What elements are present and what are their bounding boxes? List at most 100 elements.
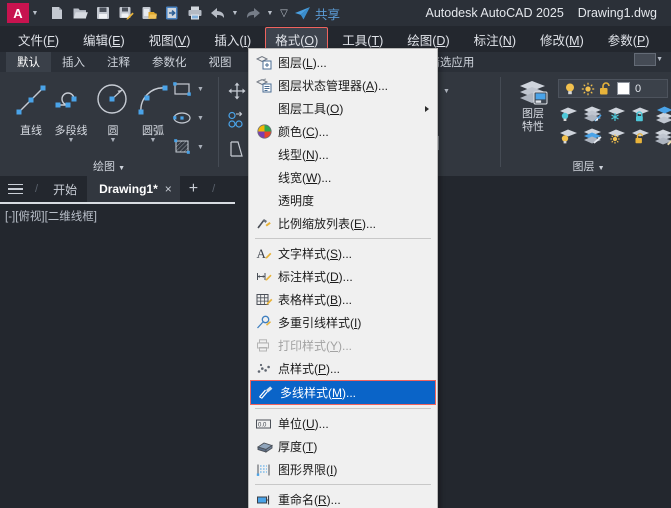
menu-item-multiline-style[interactable]: 多线样式(M)... xyxy=(250,380,436,405)
menu-separator-1 xyxy=(255,238,431,239)
ribbon-button-layer-properties[interactable]: 图层 特性 xyxy=(512,78,554,134)
ribbon-tab-home[interactable]: 默认 xyxy=(6,52,51,72)
ribbon-tab-insert[interactable]: 插入 xyxy=(51,52,96,72)
ribbon-minimize-caret-icon[interactable]: ▼ xyxy=(656,56,663,63)
menu-item-layer-tools[interactable]: 图层工具(O) xyxy=(249,97,437,120)
no-icon xyxy=(253,146,275,164)
menu-item-thickness[interactable]: 厚度(T) xyxy=(249,435,437,458)
new-file-icon[interactable] xyxy=(45,2,68,24)
ribbon-button-rectangle[interactable]: ▼ xyxy=(172,80,204,98)
menu-item-lineweight[interactable]: 线宽(W)... xyxy=(249,166,437,189)
tab-separator-2: / xyxy=(212,183,216,195)
menu-dimension[interactable]: 标注(N) xyxy=(464,27,526,52)
undo-icon[interactable] xyxy=(206,2,229,24)
panel-layer-title: 图层 ▼ xyxy=(572,161,605,173)
color-swatch-icon[interactable] xyxy=(617,82,630,95)
limits-icon xyxy=(253,461,275,479)
layer-tools-row-2 xyxy=(558,126,671,151)
ribbon-tab-annotate[interactable]: 注释 xyxy=(96,52,141,72)
ribbon-button-ellipse[interactable]: ▼ xyxy=(172,109,204,127)
ribbon-minimize-control[interactable]: ▼ xyxy=(634,53,663,66)
hamburger-icon[interactable] xyxy=(0,183,30,195)
ribbon-minimize-icon[interactable] xyxy=(634,53,657,66)
color-wheel-icon xyxy=(253,123,275,141)
ribbon-button-arc-label: 圆弧 xyxy=(142,125,164,137)
circle-dropdown-caret-icon[interactable]: ▼ xyxy=(110,137,117,144)
product-name: Autodesk AutoCAD 2025 xyxy=(425,6,564,20)
menu-item-text-style[interactable]: A 文字样式(S)... xyxy=(249,242,437,265)
menu-view[interactable]: 视图(V) xyxy=(139,27,201,52)
share-icon[interactable] xyxy=(292,2,312,24)
ellipse-dropdown-caret-icon[interactable]: ▼ xyxy=(197,115,204,122)
ribbon-button-polyline[interactable]: 多段线 ▼ xyxy=(48,80,94,144)
viewport-label[interactable]: [-][俯视][二维线框] xyxy=(5,208,97,224)
linear-dim-dropdown-caret-icon[interactable]: ▼ xyxy=(443,88,450,95)
polyline-dropdown-caret-icon[interactable]: ▼ xyxy=(68,137,75,144)
menu-modify[interactable]: 修改(M) xyxy=(530,27,594,52)
menu-item-color[interactable]: 颜色(C)... xyxy=(249,120,437,143)
share-label[interactable]: 共享 xyxy=(315,4,340,23)
sun-icon[interactable] xyxy=(581,82,595,96)
current-layer-name: 0 xyxy=(635,82,642,95)
open-from-web-icon[interactable] xyxy=(160,2,183,24)
qat-customize-icon[interactable]: ▽ xyxy=(276,3,292,23)
menu-item-dimension-style[interactable]: 标注样式(D)... xyxy=(249,265,437,288)
layer-status-bar[interactable]: 0 xyxy=(558,79,668,98)
layer-match-icon[interactable] xyxy=(654,126,671,151)
menu-item-linetype[interactable]: 线型(N)... xyxy=(249,143,437,166)
menu-item-scale-list[interactable]: 比例缩放列表(E)... xyxy=(249,212,437,235)
layer-unlock-icon[interactable] xyxy=(630,126,652,151)
panel-divider-3 xyxy=(500,77,501,167)
open-file-icon[interactable] xyxy=(68,2,91,24)
menu-item-point-style-label: 点样式(P)... xyxy=(278,362,341,376)
menu-item-units[interactable]: 0.0 单位(U)... xyxy=(249,412,437,435)
menu-window[interactable]: 窗 xyxy=(663,27,671,52)
menu-item-mleader-style[interactable]: 多重引线样式(I) xyxy=(249,311,437,334)
menu-item-layer[interactable]: 图层(L)... xyxy=(249,51,437,74)
lightbulb-on-icon[interactable] xyxy=(563,82,577,96)
menu-item-drawing-limits[interactable]: 图形界限(I) xyxy=(249,458,437,481)
hatch-dropdown-caret-icon[interactable]: ▼ xyxy=(197,144,204,151)
menu-item-rename[interactable]: 重命名(R)... xyxy=(249,488,437,508)
arc-dropdown-caret-icon[interactable]: ▼ xyxy=(150,137,157,144)
menu-edit[interactable]: 编辑(E) xyxy=(73,27,135,52)
no-icon xyxy=(253,169,275,187)
save-as-icon[interactable] xyxy=(114,2,137,24)
save-to-web-icon[interactable] xyxy=(137,2,160,24)
document-name: Drawing1.dwg xyxy=(577,6,657,20)
layer-unisolate-icon[interactable] xyxy=(582,126,604,151)
undo-dropdown-caret-icon[interactable]: ▼ xyxy=(229,3,241,23)
file-tab-start[interactable]: 开始 xyxy=(43,181,87,198)
menu-item-table-style[interactable]: 表格样式(B)... xyxy=(249,288,437,311)
application-menu-button[interactable]: A xyxy=(7,3,29,23)
file-tab-drawing1[interactable]: Drawing1* × xyxy=(87,176,180,202)
format-menu-dropdown: 图层(L)... 图层状态管理器(A)... 图层工具(O) 颜色(C)... … xyxy=(248,48,438,508)
panel-draw: 直线 多段线 ▼ 圆 ▼ 圆弧 ▼ ▼ ▼ ▼ 绘图 ▼ xyxy=(0,72,218,176)
menu-item-units-label: 单位(U)... xyxy=(278,417,329,431)
menu-item-dimension-style-label: 标注样式(D)... xyxy=(278,270,353,284)
menu-file[interactable]: 文件(F) xyxy=(8,27,69,52)
application-menu-caret-icon[interactable]: ▼ xyxy=(29,3,41,23)
layer-thaw-icon[interactable] xyxy=(606,126,628,151)
scale-list-icon xyxy=(253,215,275,233)
ribbon-tab-view[interactable]: 视图 xyxy=(198,52,243,72)
ribbon-button-hatch[interactable]: ▼ xyxy=(172,138,204,156)
ribbon-button-arc[interactable]: 圆弧 ▼ xyxy=(130,80,176,144)
close-icon[interactable]: × xyxy=(165,182,172,196)
title-bar: A ▼ ▼ ▼ ▽ 共享 Autodesk AutoCAD 2025 Drawi… xyxy=(0,0,671,26)
menu-item-point-style[interactable]: 点样式(P)... xyxy=(249,357,437,380)
menu-parametric[interactable]: 参数(P) xyxy=(598,27,660,52)
menu-item-transparency[interactable]: 透明度 xyxy=(249,189,437,212)
redo-dropdown-caret-icon[interactable]: ▼ xyxy=(264,3,276,23)
rectangle-dropdown-caret-icon[interactable]: ▼ xyxy=(197,86,204,93)
plot-icon[interactable] xyxy=(183,2,206,24)
layer-on-icon[interactable] xyxy=(558,126,580,151)
save-icon[interactable] xyxy=(91,2,114,24)
ribbon-button-line-label: 直线 xyxy=(20,125,42,137)
unlock-icon[interactable] xyxy=(599,81,612,96)
ribbon-tab-parametric[interactable]: 参数化 xyxy=(141,52,198,72)
menu-item-layer-states-manager[interactable]: 图层状态管理器(A)... xyxy=(249,74,437,97)
redo-icon[interactable] xyxy=(241,2,264,24)
panel-layer: 图层 特性 0 图层 ▼ xyxy=(506,72,671,176)
new-tab-button[interactable]: + xyxy=(180,180,207,198)
